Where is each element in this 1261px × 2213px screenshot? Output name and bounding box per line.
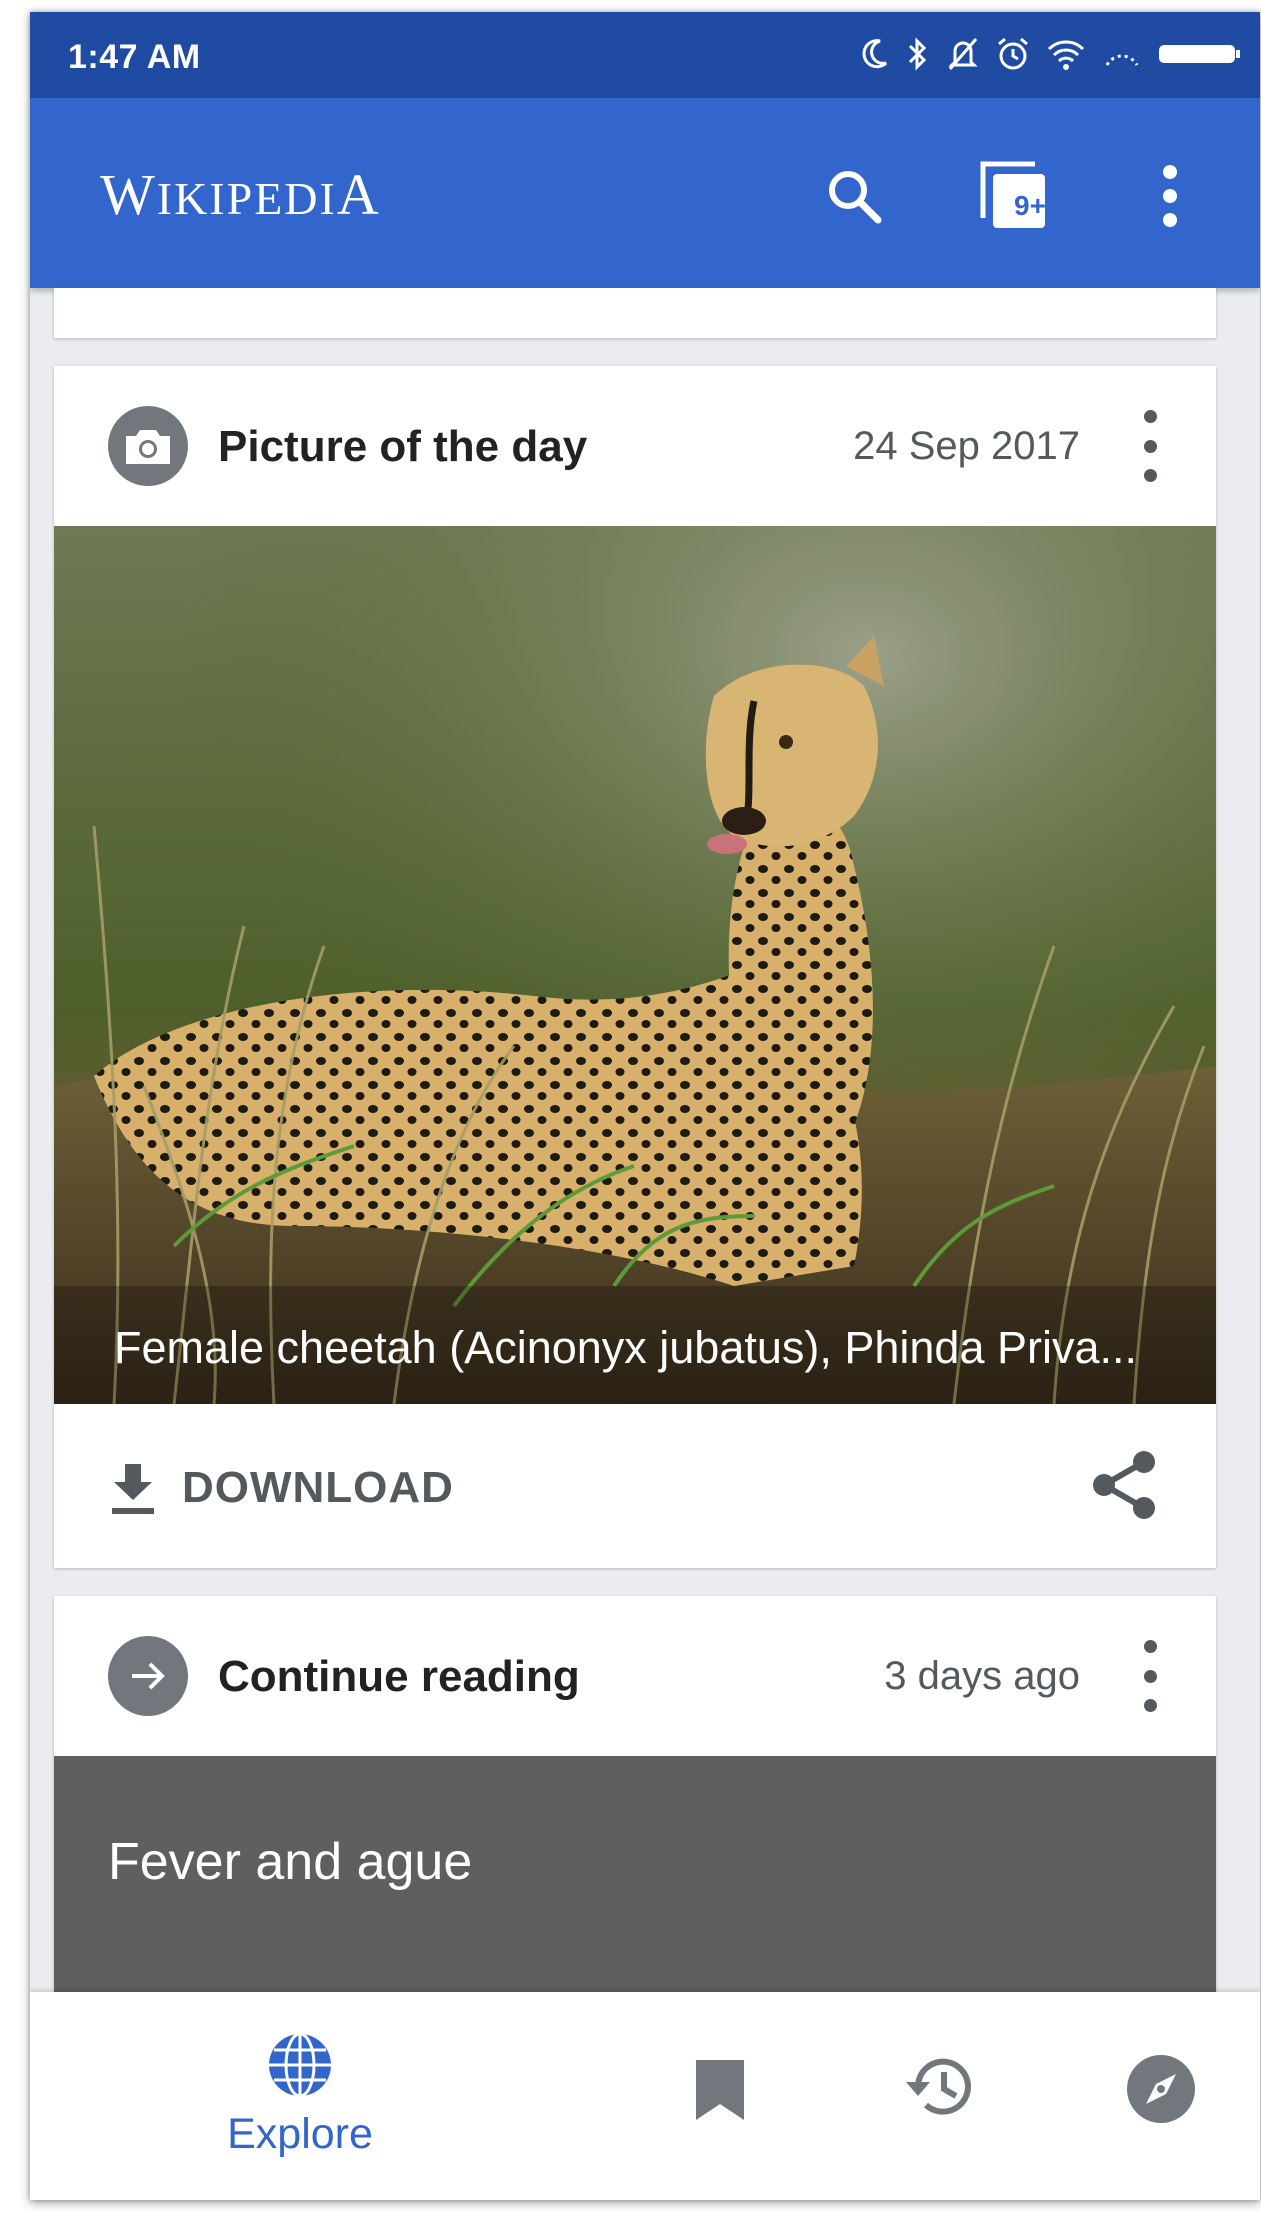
featured-image[interactable] (54, 526, 1216, 1404)
card-menu-button[interactable] (1130, 1640, 1170, 1712)
nav-saved[interactable] (680, 1992, 760, 2200)
image-caption: Female cheetah (Acinonyx jubatus), Phind… (114, 1322, 1138, 1373)
overflow-menu-button[interactable] (1130, 156, 1210, 236)
download-icon (112, 1464, 154, 1514)
more-vert-icon (1143, 1640, 1157, 1653)
tabs-button[interactable]: 9+ (974, 156, 1054, 236)
bookmark-icon (696, 2060, 744, 2120)
download-button[interactable]: DOWNLOAD (108, 1460, 454, 1516)
download-label: DOWNLOAD (182, 1463, 454, 1512)
more-vert-icon (1143, 410, 1157, 423)
notifications-off-icon (946, 36, 980, 77)
search-button[interactable] (814, 156, 894, 236)
bluetooth-icon (906, 36, 930, 77)
card-date: 24 Sep 2017 (853, 424, 1080, 468)
tabs-count-badge: 9+ (1014, 190, 1046, 221)
arrow-forward-icon (108, 1636, 188, 1716)
share-button[interactable] (1088, 1448, 1162, 1522)
overflow-menu-icon (1163, 165, 1177, 227)
nav-nearby[interactable] (1116, 1992, 1206, 2200)
app-bar: WIKIPEDIA 9+ (30, 98, 1260, 288)
card-date: 3 days ago (884, 1654, 1080, 1698)
card-header: Continue reading 3 days ago (54, 1596, 1216, 1756)
wifi-icon (1046, 37, 1086, 76)
compass-icon (1127, 2055, 1195, 2123)
share-icon (1093, 1451, 1155, 1519)
battery-icon (1158, 41, 1242, 72)
camera-icon (108, 406, 188, 486)
history-icon (906, 2058, 971, 2115)
phone-screen: 1:47 AM WIKIPEDIA 9+ Picture of the day … (30, 12, 1260, 2200)
card-actions: DOWNLOAD (54, 1404, 1216, 1568)
signal-icon (1102, 39, 1142, 74)
card-title: Continue reading (218, 1652, 580, 1701)
picture-of-the-day-card: Picture of the day 24 Sep 2017 DOWNLOAD (54, 366, 1216, 1568)
article-title: Fever and ague (108, 1833, 473, 1891)
card-header: Picture of the day 24 Sep 2017 (54, 366, 1216, 526)
alarm-icon (996, 36, 1030, 77)
bottom-navigation: Explore (30, 1992, 1260, 2200)
nav-history[interactable] (896, 1992, 986, 2200)
search-icon (829, 171, 882, 224)
moon-icon (860, 37, 890, 76)
nav-explore[interactable]: Explore (180, 1992, 420, 2200)
status-bar: 1:47 AM (30, 12, 1260, 98)
status-icons (844, 34, 1242, 78)
wikipedia-logo[interactable]: WIKIPEDIA (100, 161, 381, 228)
nav-explore-label: Explore (227, 2110, 373, 2158)
card-menu-button[interactable] (1130, 410, 1170, 482)
cheetah-photo (54, 526, 1216, 1404)
explore-icon (269, 2032, 331, 2098)
previous-card (54, 288, 1216, 338)
status-time: 1:47 AM (68, 38, 201, 76)
card-title: Picture of the day (218, 422, 588, 471)
